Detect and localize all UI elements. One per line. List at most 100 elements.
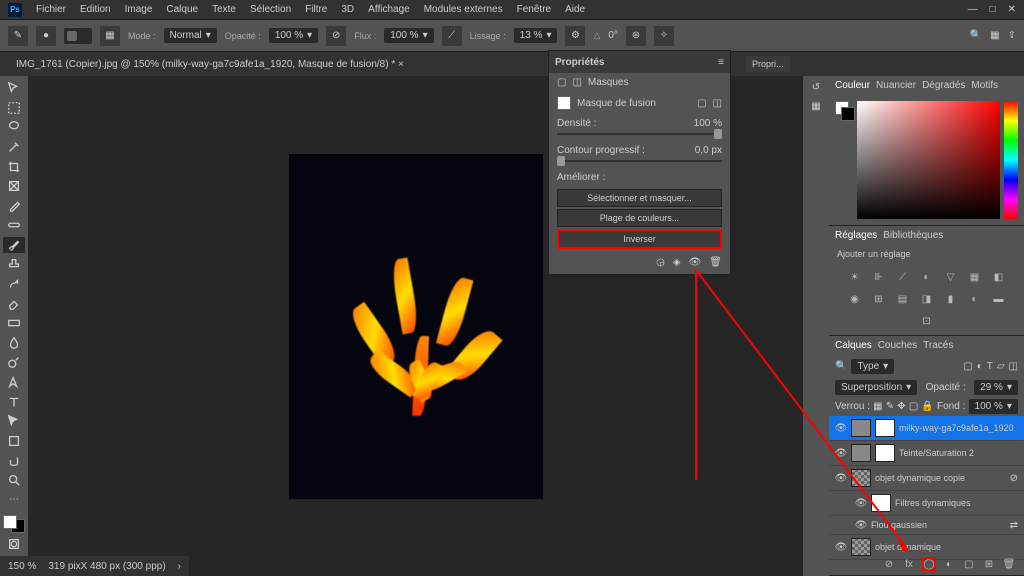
marquee-tool[interactable] xyxy=(3,100,25,117)
exposure-icon[interactable]: ◐ xyxy=(918,269,936,285)
density-slider[interactable] xyxy=(557,133,722,135)
tab-paths[interactable]: Tracés xyxy=(923,340,953,351)
edit-toolbar-icon[interactable]: ⋯ xyxy=(3,491,25,508)
document-tab[interactable]: IMG_1761 (Copier).jpg @ 150% (milky-way-… xyxy=(8,55,412,74)
posterize-icon[interactable]: ▮ xyxy=(942,291,960,307)
hand-tool[interactable] xyxy=(3,452,25,469)
blur-tool[interactable] xyxy=(3,335,25,352)
filter-shape-icon[interactable]: ▱ xyxy=(997,361,1005,372)
flux-input[interactable]: 100 %▾ xyxy=(384,28,433,43)
menu-item[interactable]: Image xyxy=(119,1,159,18)
new-layer-icon[interactable]: ⊞ xyxy=(982,557,996,571)
zoom-tool[interactable] xyxy=(3,472,25,489)
smoothing-opts-icon[interactable]: ⚙ xyxy=(565,26,585,46)
pen-tool[interactable] xyxy=(3,374,25,391)
path-tool[interactable] xyxy=(3,413,25,430)
layer-thumb[interactable] xyxy=(851,444,871,462)
filter-adj-icon[interactable]: ◐ xyxy=(977,361,983,372)
history-icon[interactable]: ↺ xyxy=(812,82,820,93)
apply-mask-icon[interactable]: ◈ xyxy=(673,257,681,268)
add-pixel-mask-icon[interactable]: ▢ xyxy=(697,98,706,109)
lock-paint-icon[interactable]: ✎ xyxy=(886,401,894,412)
filter-img-icon[interactable]: ▢ xyxy=(963,361,972,372)
layer-row[interactable]: 👁 Flou gaussien ⇄ xyxy=(829,516,1024,535)
hue-slider[interactable] xyxy=(1004,101,1018,219)
lock-move-icon[interactable]: ✥ xyxy=(897,401,905,412)
menu-item[interactable]: Modules externes xyxy=(418,1,509,18)
tab-color[interactable]: Couleur xyxy=(835,80,870,91)
pressure-opacity-icon[interactable]: ⊘ xyxy=(326,26,346,46)
panel-menu-icon[interactable]: ≡ xyxy=(718,57,724,68)
gradient-map-icon[interactable]: ▬ xyxy=(990,291,1008,307)
document-canvas[interactable] xyxy=(289,154,543,499)
add-vector-mask-icon[interactable]: ◫ xyxy=(713,98,722,109)
mask-thumb[interactable] xyxy=(871,494,891,512)
layer-opacity[interactable]: 29 %▾ xyxy=(974,380,1018,395)
layer-name[interactable]: objet dynamique copie xyxy=(875,473,1006,483)
visibility-icon[interactable]: 👁 xyxy=(835,472,847,484)
delete-mask-icon[interactable]: 🗑 xyxy=(709,257,722,268)
stamp-tool[interactable] xyxy=(3,256,25,273)
menu-item[interactable]: Affichage xyxy=(362,1,416,18)
pixel-mask-icon[interactable]: ▢ xyxy=(557,77,566,88)
tab-gradients[interactable]: Dégradés xyxy=(922,80,965,91)
feather-value[interactable]: 0,0 px xyxy=(695,145,722,156)
vibrance-icon[interactable]: ▽ xyxy=(942,269,960,285)
visibility-icon[interactable]: 👁 xyxy=(855,497,867,509)
heal-tool[interactable] xyxy=(3,217,25,234)
mode-select[interactable]: Normal▾ xyxy=(164,28,217,43)
brush-toggle[interactable] xyxy=(64,28,92,44)
hue-icon[interactable]: ▦ xyxy=(966,269,984,285)
zoom-level[interactable]: 150 % xyxy=(8,561,36,572)
share-icon[interactable]: ⇪ xyxy=(1008,30,1016,41)
layer-fill[interactable]: 100 %▾ xyxy=(969,399,1018,414)
new-adjustment-icon[interactable]: ◐ xyxy=(942,557,956,571)
menu-item[interactable]: Aide xyxy=(559,1,591,18)
layer-name[interactable]: Filtres dynamiques xyxy=(895,498,1018,508)
visibility-icon[interactable]: 👁 xyxy=(835,447,847,459)
curves-icon[interactable]: ⟋ xyxy=(894,269,912,285)
maximize-icon[interactable]: □ xyxy=(990,4,996,15)
channel-mixer-icon[interactable]: ⊞ xyxy=(870,291,888,307)
feather-slider[interactable] xyxy=(557,160,722,162)
eyedropper-tool[interactable] xyxy=(3,197,25,214)
blend-mode[interactable]: Superposition▾ xyxy=(835,380,917,395)
crop-tool[interactable] xyxy=(3,158,25,175)
opacity-input[interactable]: 100 %▾ xyxy=(269,28,318,43)
threshold-icon[interactable]: ◐ xyxy=(966,291,984,307)
tab-layers[interactable]: Calques xyxy=(835,340,872,351)
layer-row[interactable]: 👁 Filtres dynamiques xyxy=(829,491,1024,516)
filter-type-icon[interactable]: T xyxy=(987,361,993,372)
symmetry-icon[interactable]: ✧ xyxy=(654,26,674,46)
lock-all-icon[interactable]: 🔒 xyxy=(921,401,933,412)
angle-value[interactable]: 0° xyxy=(608,30,618,41)
gradient-tool[interactable] xyxy=(3,315,25,332)
layer-row[interactable]: 👁 objet dynamique copie ⊘ xyxy=(829,466,1024,491)
bw-icon[interactable]: ◧ xyxy=(990,269,1008,285)
vector-mask-icon[interactable]: ◫ xyxy=(572,77,581,88)
minimize-icon[interactable]: — xyxy=(968,4,978,15)
pressure-size-icon[interactable]: ⊛ xyxy=(626,26,646,46)
mask-preview[interactable] xyxy=(557,96,571,110)
invert-button[interactable]: Inverser xyxy=(557,229,722,249)
search-icon[interactable]: 🔍 xyxy=(970,30,982,41)
layer-name[interactable]: Flou gaussien xyxy=(871,520,1006,530)
density-value[interactable]: 100 % xyxy=(694,118,722,129)
brush-tool[interactable] xyxy=(3,237,25,254)
mask-thumb[interactable] xyxy=(875,444,895,462)
layer-name[interactable]: Teinte/Saturation 2 xyxy=(899,448,1018,458)
filter-smart-icon[interactable]: ◫ xyxy=(1009,361,1018,372)
levels-icon[interactable]: ⊪ xyxy=(870,269,888,285)
lock-pixels-icon[interactable]: ▦ xyxy=(873,401,882,412)
move-tool[interactable] xyxy=(3,80,25,97)
info-chevron-icon[interactable]: › xyxy=(178,561,181,572)
visibility-icon[interactable]: 👁 xyxy=(835,541,847,553)
tab-libraries[interactable]: Bibliothèques xyxy=(883,230,943,241)
lookup-icon[interactable]: ▤ xyxy=(894,291,912,307)
color-range-button[interactable]: Plage de couleurs... xyxy=(557,209,722,227)
menu-item[interactable]: Texte xyxy=(206,1,242,18)
delete-layer-icon[interactable]: 🗑 xyxy=(1002,557,1016,571)
close-tab-icon[interactable]: × xyxy=(398,59,404,70)
layer-row[interactable]: 👁 Teinte/Saturation 2 xyxy=(829,441,1024,466)
menu-item[interactable]: Sélection xyxy=(244,1,297,18)
